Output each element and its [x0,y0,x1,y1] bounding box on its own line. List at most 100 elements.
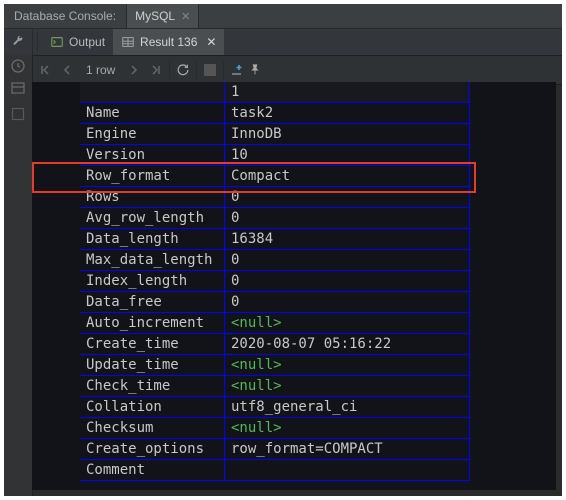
toolbar-nav: 1 row [4,56,562,85]
output-icon [50,35,64,49]
cell-value: 16384 [225,229,470,250]
row-gutter [32,166,80,187]
separator [223,61,224,79]
row-gutter [32,334,80,355]
row-gutter [32,418,80,439]
clock-icon[interactable] [10,58,26,74]
cell-key: Row_format [80,166,225,187]
wrench-icon [11,35,25,49]
chevron-left-icon [62,64,72,76]
chevron-right-icon [129,64,139,76]
cell-key: Check_time [80,376,225,397]
row-gutter [32,187,80,208]
cell-value: 0 [225,250,470,271]
cell-key: Rows [80,187,225,208]
first-page-button[interactable] [36,61,54,79]
table-icon [121,35,135,49]
table-row[interactable]: Check_time<null> [32,376,556,397]
stop-icon [204,64,216,76]
table-row[interactable]: Data_length16384 [32,229,556,250]
cell-value: Compact [225,166,470,187]
panel-icon[interactable] [10,106,26,122]
cell-value [225,460,470,481]
cell-value: 2020-08-07 05:16:22 [225,334,470,355]
row-gutter [32,439,80,460]
tab-result[interactable]: Result 136 ✕ [113,29,224,55]
app-frame: Database Console: MySQL ✕ Output Result [0,0,566,500]
table-row[interactable]: Create_optionsrow_format=COMPACT [32,439,556,460]
table-row[interactable]: Comment [32,460,556,481]
row-gutter [32,82,80,103]
result-grid[interactable]: 1Nametask2EngineInnoDBVersion10Row_forma… [32,82,556,490]
separator [37,33,38,51]
table-row[interactable]: EngineInnoDB [32,124,556,145]
cell-value: task2 [225,103,470,124]
cell-key: Update_time [80,355,225,376]
separator [169,61,170,79]
cell-value: 0 [225,271,470,292]
table-row[interactable]: Data_free0 [32,292,556,313]
add-row-icon [229,62,245,78]
row-gutter [32,397,80,418]
result-label: Result 136 [140,35,197,49]
cell-key: Comment [80,460,225,481]
tab-output[interactable]: Output [42,29,113,55]
cell-value: row_format=COMPACT [225,439,470,460]
reload-icon [176,63,190,77]
row-gutter [32,292,80,313]
cell-value: <null> [225,376,470,397]
cell-key: Name [80,103,225,124]
table-row[interactable]: Create_time2020-08-07 05:16:22 [32,334,556,355]
table-row[interactable]: Checksum<null> [32,418,556,439]
table-row[interactable]: Avg_row_length0 [32,208,556,229]
left-gutter [4,54,33,496]
grid-header-row: 1 [32,82,556,103]
table-row[interactable]: Collationutf8_general_ci [32,397,556,418]
cell-key: Max_data_length [80,250,225,271]
chevron-last-icon [150,64,162,76]
chevron-first-icon [39,64,51,76]
layout-icon[interactable] [10,80,26,96]
close-icon[interactable]: ✕ [181,10,190,23]
pin-icon [248,63,262,77]
pin-button[interactable] [246,61,264,79]
cell-key [80,82,225,103]
prev-page-button[interactable] [58,61,76,79]
reload-button[interactable] [174,61,192,79]
table-row[interactable]: Rows0 [32,187,556,208]
cell-value: <null> [225,418,470,439]
row-gutter [32,229,80,250]
row-gutter [32,271,80,292]
table-row[interactable]: Nametask2 [32,103,556,124]
table-row[interactable]: Auto_increment<null> [32,313,556,334]
cell-key: Create_options [80,439,225,460]
console-title: Database Console: [4,9,126,23]
tab-mysql[interactable]: MySQL ✕ [126,4,199,28]
cell-value: InnoDB [225,124,470,145]
table-row[interactable]: Version10 [32,145,556,166]
add-row-button[interactable] [228,61,246,79]
table-row[interactable]: Update_time<null> [32,355,556,376]
title-bar: Database Console: MySQL ✕ [4,4,562,29]
cell-key: Version [80,145,225,166]
close-icon[interactable]: ✕ [206,35,216,49]
row-gutter [32,250,80,271]
row-gutter [32,103,80,124]
table-row[interactable]: Max_data_length0 [32,250,556,271]
next-page-button[interactable] [125,61,143,79]
row-gutter [32,355,80,376]
cell-value: <null> [225,355,470,376]
cell-key: Collation [80,397,225,418]
settings-button[interactable] [4,29,33,55]
last-page-button[interactable] [147,61,165,79]
table-row[interactable]: Row_formatCompact [32,166,556,187]
row-gutter [32,376,80,397]
cell-value: 0 [225,187,470,208]
table-row[interactable]: Index_length0 [32,271,556,292]
cell-value: 1 [225,82,470,103]
cell-key: Data_length [80,229,225,250]
row-gutter [32,208,80,229]
row-gutter [32,313,80,334]
output-label: Output [69,35,105,49]
stop-button[interactable] [201,61,219,79]
